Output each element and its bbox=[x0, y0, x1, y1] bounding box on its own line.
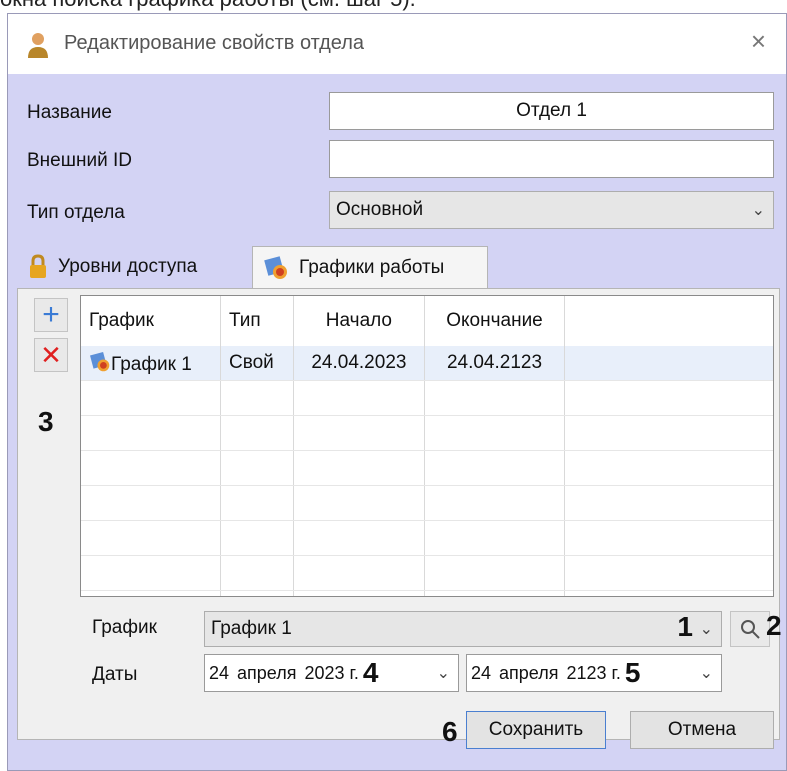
title-bar: Редактирование свойств отдела × bbox=[8, 14, 786, 74]
plus-icon: + bbox=[42, 298, 60, 331]
department-type-label: Тип отдела bbox=[27, 202, 125, 223]
column-header-schedule[interactable]: График bbox=[81, 296, 221, 346]
table-empty-row bbox=[81, 485, 773, 521]
table-header-row: График Тип Начало Окончание bbox=[81, 296, 773, 346]
table-cell-end: 24.04.2123 bbox=[424, 346, 566, 381]
tab-work-schedules[interactable]: Графики работы bbox=[252, 246, 488, 288]
schedule-icon bbox=[90, 351, 110, 371]
schedule-label: График bbox=[92, 617, 157, 638]
table-empty-row bbox=[81, 450, 773, 486]
column-header-end[interactable]: Окончание bbox=[424, 296, 566, 346]
external-id-label: Внешний ID bbox=[27, 150, 132, 171]
table-cell-start: 24.04.2023 bbox=[293, 346, 425, 381]
tab-access-levels-label: Уровни доступа bbox=[58, 256, 198, 277]
step-marker-4: 4 bbox=[362, 657, 379, 688]
delete-button[interactable]: ✕ bbox=[34, 338, 68, 372]
schedules-table: График Тип Начало Окончание График 1 Сво… bbox=[80, 295, 774, 597]
search-icon bbox=[741, 620, 760, 639]
step-marker-2: 2 bbox=[766, 610, 782, 641]
table-cell-type: Свой bbox=[220, 346, 295, 381]
column-header-type[interactable]: Тип bbox=[220, 296, 295, 346]
chevron-down-icon: ⌄ bbox=[699, 665, 713, 682]
search-schedule-button[interactable] bbox=[730, 611, 770, 647]
department-type-select[interactable]: Основной ⌄ bbox=[329, 191, 774, 229]
schedule-icon bbox=[264, 255, 287, 279]
table-empty-row bbox=[81, 380, 773, 416]
schedule-select[interactable]: График 1 1 ⌄ bbox=[204, 611, 722, 647]
external-id-field[interactable] bbox=[329, 140, 774, 178]
person-icon bbox=[28, 33, 48, 58]
step-marker-1: 1 bbox=[677, 611, 693, 642]
dates-label: Даты bbox=[92, 664, 138, 685]
step-marker-3: 3 bbox=[38, 406, 54, 437]
column-header-start[interactable]: Начало bbox=[293, 296, 425, 346]
schedule-select-value: График 1 bbox=[211, 618, 292, 639]
cell-text: График 1 bbox=[111, 353, 192, 375]
save-button[interactable]: Сохранить bbox=[466, 711, 606, 749]
lock-icon bbox=[30, 254, 46, 278]
end-date-day: 24 bbox=[471, 662, 492, 683]
cancel-button[interactable]: Отмена bbox=[630, 711, 774, 749]
chevron-down-icon: ⌄ bbox=[436, 665, 450, 682]
document-text-fragment: окна поиска графика работы (см. шаг 5). bbox=[0, 0, 416, 12]
table-empty-row bbox=[81, 555, 773, 591]
dialog-title: Редактирование свойств отдела bbox=[64, 32, 365, 54]
edit-department-dialog: Редактирование свойств отдела × Название… bbox=[7, 13, 787, 771]
table-empty-row bbox=[81, 415, 773, 451]
end-date-year: 2123 г. bbox=[566, 662, 621, 683]
step-marker-6: 6 bbox=[442, 716, 458, 747]
table-cell-schedule: График 1 bbox=[81, 346, 221, 381]
end-date-picker[interactable]: 24 апреля 2123 г. 5 ⌄ bbox=[466, 654, 722, 692]
close-button[interactable]: × bbox=[751, 26, 766, 57]
tab-access-levels[interactable]: Уровни доступа bbox=[28, 246, 248, 288]
delete-icon: ✕ bbox=[40, 340, 62, 370]
end-date-month: апреля bbox=[499, 662, 559, 683]
chevron-down-icon: ⌄ bbox=[751, 202, 765, 219]
start-date-picker[interactable]: 24 апреля 2023 г. 4 ⌄ bbox=[204, 654, 459, 692]
column-header-filler bbox=[565, 296, 773, 346]
table-row[interactable]: График 1 Свой 24.04.2023 24.04.2123 bbox=[81, 346, 773, 381]
start-date-day: 24 bbox=[209, 662, 230, 683]
table-cell-filler bbox=[564, 346, 773, 381]
add-button[interactable]: + bbox=[34, 298, 68, 332]
chevron-down-icon: ⌄ bbox=[699, 621, 713, 638]
name-field[interactable]: Отдел 1 bbox=[329, 92, 774, 130]
start-date-month: апреля bbox=[237, 662, 297, 683]
table-empty-row bbox=[81, 590, 773, 596]
name-label: Название bbox=[27, 102, 112, 123]
step-marker-5: 5 bbox=[624, 657, 641, 688]
start-date-year: 2023 г. bbox=[304, 662, 359, 683]
department-type-value: Основной bbox=[336, 199, 424, 220]
tab-work-schedules-label: Графики работы bbox=[299, 256, 445, 278]
table-empty-row bbox=[81, 520, 773, 556]
